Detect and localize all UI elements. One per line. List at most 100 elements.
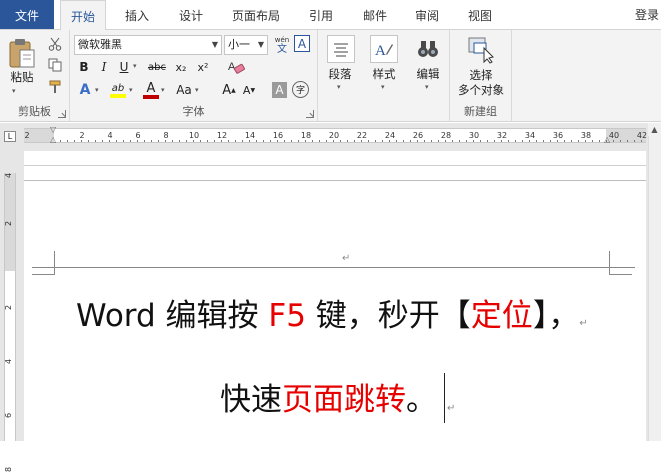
font-color-button[interactable]: A — [142, 80, 160, 100]
paragraph-label: 段落 — [328, 67, 352, 81]
ribbon-tab-bar: 文件 开始 插入 设计 页面布局 引用 邮件 审阅 视图 登录 — [0, 0, 661, 31]
phonetic-guide-char: 文 — [277, 44, 287, 55]
font-name-select[interactable]: 微软雅黑 ▼ — [74, 35, 222, 55]
ruler-minor-tick — [109, 140, 110, 142]
tab-view[interactable]: 视图 — [457, 0, 503, 30]
ruler-minor-tick — [508, 140, 509, 142]
italic-button[interactable]: I — [96, 59, 112, 75]
ruler-minor-tick — [466, 140, 467, 142]
chevron-down-icon[interactable]: ▾ — [133, 62, 137, 70]
ruler-minor-tick — [375, 140, 376, 142]
right-indent-marker[interactable]: △ — [604, 135, 610, 144]
select-objects-button[interactable] — [466, 35, 496, 65]
ruler-tick-label: 16 — [272, 131, 284, 140]
ruler-tick-label: 40 — [608, 131, 620, 140]
ruler-minor-tick — [389, 140, 390, 142]
paste-dropdown-icon[interactable]: ▾ — [12, 87, 16, 95]
copy-button[interactable] — [46, 56, 64, 74]
eraser-icon: A — [228, 61, 245, 74]
grow-font-button[interactable]: A ▲ — [220, 81, 238, 99]
ruler-minor-tick — [424, 140, 425, 142]
ruler-minor-tick — [550, 140, 551, 142]
line1-text-c: 键，秒开【 — [305, 298, 471, 334]
font-size-value: 小一 — [228, 38, 250, 51]
font-launcher-icon[interactable] — [306, 110, 314, 118]
enclose-characters-button[interactable]: 字 — [292, 81, 309, 98]
shrink-font-button[interactable]: A ▼ — [240, 81, 258, 99]
ruler-minor-tick — [403, 140, 404, 142]
clipboard-launcher-icon[interactable] — [58, 110, 66, 118]
ruler-minor-tick — [494, 140, 495, 142]
bold-button[interactable]: B — [76, 59, 92, 75]
ruler-minor-tick — [333, 140, 334, 142]
font-size-select[interactable]: 小一 ▼ — [224, 35, 268, 55]
first-line-indent-marker[interactable]: ▽ — [50, 125, 56, 134]
document-page[interactable]: ↵ Word 编辑按 F5 键，秒开【定位】，↵ 快速页面跳转。 ↵ — [24, 151, 646, 441]
ruler-minor-tick — [585, 140, 586, 142]
styles-button[interactable]: A — [370, 35, 398, 63]
chevron-down-icon[interactable]: ▾ — [129, 86, 133, 94]
text-effects-button[interactable]: A — [76, 81, 94, 99]
ruler-minor-tick — [501, 140, 502, 142]
ruler-minor-tick — [151, 140, 152, 142]
ruler-minor-tick — [60, 140, 61, 142]
vertical-ruler-tick-label: 6 — [4, 412, 14, 419]
superscript-button[interactable]: x² — [194, 59, 212, 75]
vertical-scrollbar[interactable] — [648, 123, 661, 441]
text-highlight-button[interactable]: ab — [108, 80, 128, 100]
tab-insert[interactable]: 插入 — [114, 0, 160, 30]
tab-selector-button[interactable]: L — [4, 131, 16, 142]
tab-file[interactable]: 文件 — [0, 0, 54, 29]
document-line-1[interactable]: Word 编辑按 F5 键，秒开【定位】，↵ — [76, 296, 588, 344]
ribbon-home: 粘贴 ▾ 剪贴板 微软雅黑 ▼ 小一 ▼ wén 文 A B I U ▾ abc… — [0, 30, 661, 122]
ruler-minor-tick — [312, 140, 313, 142]
tab-mailings[interactable]: 邮件 — [352, 0, 398, 30]
character-border-button[interactable]: A — [294, 35, 310, 52]
hanging-indent-marker[interactable]: △ — [50, 135, 56, 144]
ruler-tick-label: 24 — [384, 131, 396, 140]
tab-review[interactable]: 审阅 — [404, 0, 450, 30]
vertical-ruler-tick-label: 2 — [4, 220, 14, 227]
document-line-2[interactable]: 快速页面跳转。 — [220, 380, 437, 420]
tab-layout[interactable]: 页面布局 — [224, 0, 288, 30]
line1-text-e: 】， — [532, 298, 580, 334]
scroll-up-icon[interactable]: ▲ — [648, 123, 661, 136]
strikethrough-button[interactable]: abc — [146, 59, 168, 75]
subscript-button[interactable]: x₂ — [172, 59, 190, 75]
chevron-down-icon[interactable]: ▾ — [161, 86, 165, 94]
ruler-tick-label: 10 — [188, 131, 200, 140]
clear-formatting-button[interactable]: A — [226, 58, 246, 76]
underline-button[interactable]: U — [116, 59, 132, 75]
paste-label: 粘贴 — [10, 70, 34, 84]
ruler-minor-tick — [95, 140, 96, 142]
copy-icon — [48, 58, 62, 72]
clipboard-icon — [9, 39, 35, 68]
ruler-minor-tick — [228, 140, 229, 142]
tab-home[interactable]: 开始 — [60, 0, 106, 31]
vertical-ruler-tick-label: 8 — [4, 466, 14, 472]
tab-references[interactable]: 引用 — [298, 0, 344, 30]
ruler-tick-label: 8 — [163, 131, 169, 140]
sign-in-link[interactable]: 登录 — [635, 6, 659, 23]
tab-design[interactable]: 设计 — [168, 0, 214, 30]
scissors-icon — [48, 37, 62, 51]
chevron-down-icon[interactable]: ▾ — [95, 86, 99, 94]
binoculars-icon — [418, 41, 438, 57]
paste-button[interactable] — [6, 36, 38, 70]
ruler-minor-tick — [130, 140, 131, 142]
vertical-ruler[interactable]: 4 2 2 4 6 8 — [0, 151, 17, 472]
editing-button[interactable] — [415, 35, 441, 63]
horizontal-ruler[interactable]: 2 2 4 6 8 10 12 14 16 18 20 22 24 26 28 30 32 34 36 38 40 42 … — [24, 125, 647, 144]
format-painter-button[interactable] — [46, 78, 64, 96]
ruler-tick-label: 36 — [552, 131, 564, 140]
ruler-tick-label: 22 — [356, 131, 368, 140]
paragraph-button[interactable] — [327, 35, 355, 63]
ruler-minor-tick — [480, 140, 481, 142]
change-case-button[interactable]: Aa — [174, 81, 194, 99]
group-font: 微软雅黑 ▼ 小一 ▼ wén 文 A B I U ▾ abc x₂ x² A … — [70, 30, 318, 122]
character-shading-button[interactable]: A — [272, 82, 287, 98]
phonetic-guide-button[interactable]: wén 文 — [272, 34, 292, 56]
chevron-down-icon[interactable]: ▾ — [195, 86, 199, 94]
cut-button[interactable] — [46, 35, 64, 53]
ruler-minor-tick — [298, 140, 299, 142]
